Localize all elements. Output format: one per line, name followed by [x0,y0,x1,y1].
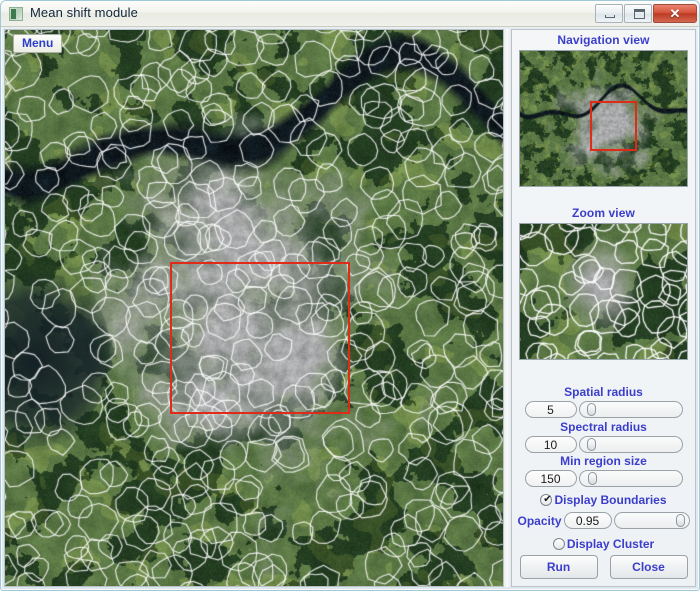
window-content: Menu Navigation view Zoom view Spatial r… [1,27,699,590]
min-region-size-label: Min region size [560,454,647,468]
window-icon [9,7,23,21]
opacity-label: Opacity [517,513,562,528]
minimize-button[interactable] [595,4,623,23]
opacity-group: Opacity [512,512,695,529]
spectral-radius-group: Spectral radius [512,420,695,453]
min-region-size-slider-thumb[interactable] [587,472,597,485]
zoom-thumbnail-image[interactable] [520,224,687,359]
spatial-radius-slider[interactable] [578,401,683,418]
main-view-selection-rectangle[interactable] [170,262,350,414]
close-window-button[interactable]: ✕ [653,4,697,23]
window-controls: ✕ [595,4,697,23]
window-title: Mean shift module [30,5,138,20]
display-cluster-label: Display Cluster [566,537,655,551]
display-cluster-checkbox[interactable] [552,538,565,550]
spatial-radius-input[interactable] [524,401,577,418]
main-image-view[interactable]: Menu [4,29,504,587]
run-button[interactable]: Run [519,555,598,579]
spectral-radius-slider-thumb[interactable] [586,438,596,451]
spectral-radius-slider[interactable] [578,436,683,453]
panel-splitter[interactable] [504,29,511,587]
opacity-slider-thumb[interactable] [675,514,685,527]
zoom-view[interactable] [519,223,688,360]
action-button-row: Run Close [512,555,695,579]
application-window: Mean shift module ✕ Menu Navigation view [0,0,700,591]
spectral-radius-label: Spectral radius [560,420,647,434]
navigation-selection-rectangle[interactable] [590,101,637,151]
menu-button[interactable]: Menu [13,34,63,53]
min-region-size-input[interactable] [524,470,577,487]
display-boundaries-checkbox[interactable] [540,493,553,507]
minimize-icon [605,15,615,18]
display-cluster-group: Display Cluster [512,537,695,551]
min-region-size-slider[interactable] [578,470,683,487]
spectral-radius-input[interactable] [524,436,577,453]
title-bar: Mean shift module ✕ [1,1,699,27]
display-boundaries-group: Display Boundaries [512,493,695,507]
close-button[interactable]: Close [609,555,688,579]
opacity-slider[interactable] [613,512,690,529]
opacity-input[interactable] [563,512,612,529]
maximize-button[interactable] [624,4,652,23]
spatial-radius-label: Spatial radius [564,385,643,399]
spatial-radius-slider-thumb[interactable] [586,403,596,416]
maximize-icon [634,9,645,19]
display-boundaries-label: Display Boundaries [554,493,667,507]
navigation-view-title: Navigation view [557,33,650,47]
spatial-radius-group: Spatial radius [512,385,695,418]
navigation-view[interactable] [519,50,688,187]
control-panel: Navigation view Zoom view Spatial radius [511,29,696,587]
min-region-size-group: Min region size [512,454,695,487]
close-icon: ✕ [669,6,681,21]
zoom-view-title: Zoom view [572,206,635,220]
